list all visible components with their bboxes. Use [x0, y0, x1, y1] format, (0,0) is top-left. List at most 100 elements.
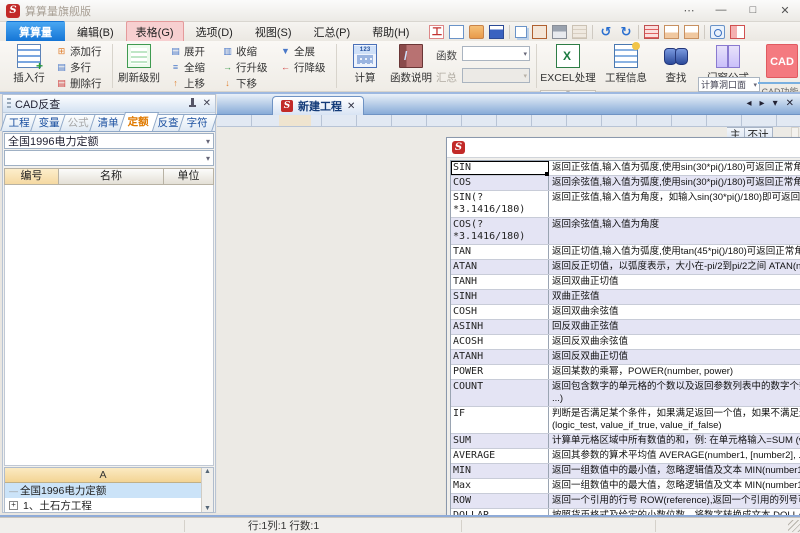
- function-name-cell[interactable]: TAN: [451, 245, 549, 259]
- row-upgrade-button[interactable]: →行升级: [222, 60, 268, 75]
- document-tab[interactable]: S 新建工程 ✕: [272, 96, 364, 115]
- minimize-button[interactable]: —: [712, 4, 730, 17]
- menu-item[interactable]: 帮助(H): [362, 21, 419, 43]
- col-header-code[interactable]: 编号: [4, 168, 59, 185]
- menu-item[interactable]: 选项(D): [186, 21, 243, 43]
- panel-tab[interactable]: 定额: [119, 112, 159, 131]
- function-row[interactable]: ATANH 返回反双曲正切值: [451, 350, 800, 365]
- function-name-cell[interactable]: SUM: [451, 434, 549, 448]
- function-name-cell[interactable]: ACOSH: [451, 335, 549, 349]
- function-name-cell[interactable]: COSH: [451, 305, 549, 319]
- function-row[interactable]: SIN(?*3.1416/180) 返回正弦值,输入值为角度，如输入sin(30…: [451, 191, 800, 218]
- function-row[interactable]: ATAN 返回反正切值，以弧度表示，大小在-pi/2到pi/2之间 ATAN(n…: [451, 260, 800, 275]
- function-desc-cell[interactable]: 返回包含数字的单元格的个数以及返回参数列表中的数字个数 COUNT(value1…: [549, 380, 800, 406]
- i-beam-icon[interactable]: 工: [429, 25, 444, 39]
- open-folder-icon[interactable]: [469, 25, 484, 39]
- function-name-cell[interactable]: COS(?*3.1416/180): [451, 218, 549, 244]
- panel-close-icon[interactable]: ✕: [203, 98, 211, 109]
- function-row[interactable]: AVERAGE 返回其参数的算术平均值 AVERAGE(number1, [nu…: [451, 449, 800, 464]
- red-table-icon[interactable]: [644, 25, 659, 39]
- function-name-cell[interactable]: SIN: [451, 161, 549, 175]
- menu-item[interactable]: 视图(S): [245, 21, 302, 43]
- undo-icon[interactable]: ↺: [598, 25, 613, 39]
- project-info-button[interactable]: 工程信息: [600, 43, 652, 90]
- new-file-icon[interactable]: [449, 25, 464, 39]
- function-desc-cell[interactable]: 判断是否满足某个条件，如果满足返回一个值，如果不满足返回另外一个值 IF (lo…: [549, 407, 800, 433]
- function-name-cell[interactable]: ATANH: [451, 350, 549, 364]
- doc-tab-close-icon[interactable]: ✕: [347, 101, 355, 112]
- function-row[interactable]: COUNT 返回包含数字的单元格的个数以及返回参数列表中的数字个数 COUNT(…: [451, 380, 800, 407]
- function-desc-cell[interactable]: 回反双曲正弦值: [549, 320, 800, 334]
- collapse-all-button[interactable]: ≡全缩: [170, 60, 205, 75]
- function-desc-cell[interactable]: 返回余弦值,输入值为弧度,使用sin(30*pi()/180)可返回正常角度单位…: [549, 176, 800, 190]
- function-row[interactable]: SUM 计算单元格区域中所有数值的和，例: 在单元格输入=SUM (value1…: [451, 434, 800, 449]
- function-name-cell[interactable]: TANH: [451, 275, 549, 289]
- move-down-button[interactable]: ↓下移: [222, 76, 257, 91]
- function-name-cell[interactable]: Max: [451, 479, 549, 493]
- maximize-button[interactable]: □: [744, 4, 762, 17]
- function-name-cell[interactable]: SIN(?*3.1416/180): [451, 191, 549, 217]
- function-row[interactable]: COS 返回余弦值,输入值为弧度,使用sin(30*pi()/180)可返回正常…: [451, 176, 800, 191]
- function-help-button[interactable]: 函数说明: [388, 43, 434, 90]
- menu-item[interactable]: 编辑(B): [67, 21, 124, 43]
- quota-filter-combo[interactable]: ▾: [4, 150, 214, 166]
- close-button[interactable]: ✕: [776, 4, 794, 17]
- function-desc-cell[interactable]: 返回反正切值，以弧度表示，大小在-pi/2到pi/2之间 ATAN(number…: [549, 260, 800, 274]
- function-row[interactable]: POWER 返回某数的乘幂，POWER(number, power): [451, 365, 800, 380]
- function-row[interactable]: ACOSH 返回反双曲余弦值: [451, 335, 800, 350]
- function-name-cell[interactable]: ATAN: [451, 260, 549, 274]
- function-name-cell[interactable]: POWER: [451, 365, 549, 379]
- delete-row-button[interactable]: ▤删除行: [56, 76, 102, 91]
- print-icon[interactable]: [552, 25, 567, 39]
- function-name-cell[interactable]: ASINH: [451, 320, 549, 334]
- function-desc-cell[interactable]: 返回其参数的算术平均值 AVERAGE(number1, [number2], …: [549, 449, 800, 463]
- preview-search-icon[interactable]: [710, 25, 725, 39]
- expand-button[interactable]: ▤展开: [170, 44, 205, 59]
- function-row[interactable]: TANH 返回双曲正切值: [451, 275, 800, 290]
- function-row[interactable]: COS(?*3.1416/180) 返回余弦值,输入值为角度: [451, 218, 800, 245]
- panel-close-icon[interactable]: [684, 25, 699, 39]
- function-desc-cell[interactable]: 双曲正弦值: [549, 290, 800, 304]
- save-icon[interactable]: [489, 25, 504, 39]
- function-name-cell[interactable]: COS: [451, 176, 549, 190]
- panel-tab[interactable]: 字符: [179, 114, 218, 131]
- tree-item[interactable]: — 全国1996电力定额: [5, 483, 201, 498]
- more-windows-icon[interactable]: ⋯: [680, 4, 698, 17]
- function-row[interactable]: COSH 返回双曲余弦值: [451, 305, 800, 320]
- quota-library-combo[interactable]: 全国1996电力定额▾: [4, 133, 214, 149]
- copy-file-icon[interactable]: [515, 26, 527, 38]
- menu-item[interactable]: 算算量: [6, 21, 65, 43]
- function-name-cell[interactable]: IF: [451, 407, 549, 433]
- excel-process-button[interactable]: EXCEL处理: [540, 43, 596, 90]
- function-name-cell[interactable]: SINH: [451, 290, 549, 304]
- row-downgrade-button[interactable]: ←行降级: [280, 60, 326, 75]
- pin-icon[interactable]: [188, 98, 197, 109]
- insert-row-button[interactable]: 插入行: [6, 43, 52, 90]
- function-name-cell[interactable]: AVERAGE: [451, 449, 549, 463]
- function-name-cell[interactable]: ROW: [451, 494, 549, 508]
- function-name-cell[interactable]: COUNT: [451, 380, 549, 406]
- expand-all-button[interactable]: ▼全展: [280, 44, 315, 59]
- tree-column-header[interactable]: A: [5, 468, 201, 483]
- multi-row-button[interactable]: ▤多行: [56, 60, 91, 75]
- col-header-name[interactable]: 名称: [59, 168, 164, 185]
- function-desc-cell[interactable]: 返回一个引用的行号 ROW(reference),返回一个引用的列号可以用 CO…: [549, 494, 800, 508]
- function-row[interactable]: SIN 返回正弦值,输入值为弧度,使用sin(30*pi()/180)可返回正常…: [451, 161, 800, 176]
- calculate-button[interactable]: 计算: [342, 43, 388, 90]
- tree-scrollbar[interactable]: ▲▼: [201, 468, 213, 512]
- door-window-combo[interactable]: 计算洞口面▾: [698, 77, 760, 92]
- find-button[interactable]: 查找: [656, 43, 696, 90]
- tab-nav-button[interactable]: ▸: [760, 98, 765, 109]
- redo-icon[interactable]: ↻: [618, 25, 633, 39]
- function-name-cell[interactable]: MIN: [451, 464, 549, 478]
- function-combo[interactable]: ▾: [462, 46, 530, 61]
- function-desc-cell[interactable]: 返回反双曲正切值: [549, 350, 800, 364]
- function-desc-cell[interactable]: 返回一组数值中的最小值，忽略逻辑值及文本 MIN(number1, [numbe…: [549, 464, 800, 478]
- cad-button[interactable]: CAD: [766, 44, 798, 78]
- col-header-unit[interactable]: 单位: [164, 168, 214, 185]
- function-row[interactable]: IF 判断是否满足某个条件，如果满足返回一个值，如果不满足返回另外一个值 IF …: [451, 407, 800, 434]
- split-panel-icon[interactable]: [730, 25, 745, 39]
- function-desc-cell[interactable]: 返回某数的乘幂，POWER(number, power): [549, 365, 800, 379]
- function-desc-cell[interactable]: 返回正弦值,输入值为角度，如输入sin(30*pi()/180)即可返回: 0.…: [549, 191, 800, 217]
- add-row-button[interactable]: ⊞添加行: [56, 44, 102, 59]
